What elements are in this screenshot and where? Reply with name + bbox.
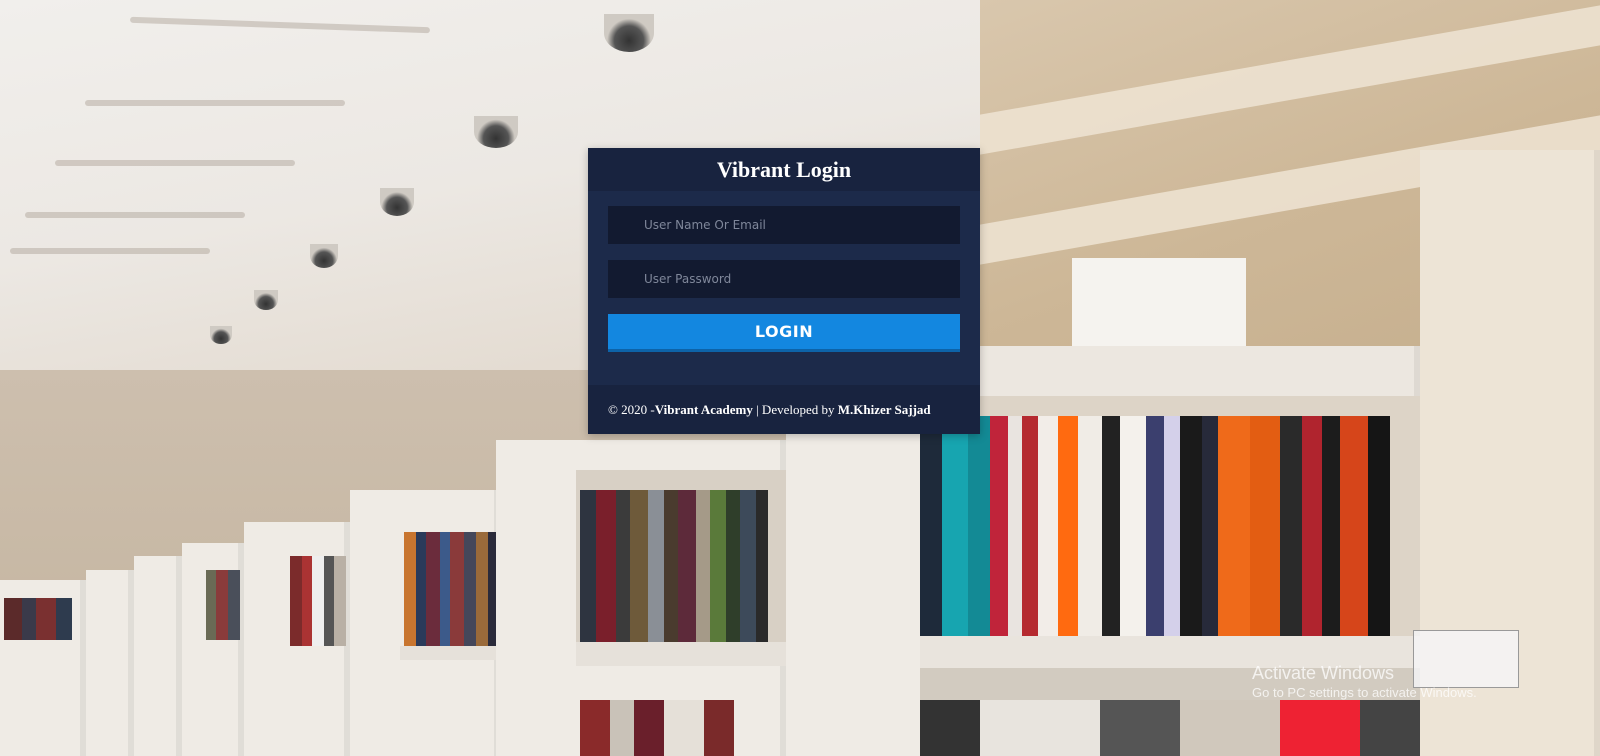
shelf-board (400, 646, 500, 660)
login-card: Vibrant Login LOGIN © 2020 - Vibrant Aca… (588, 148, 980, 434)
shelf-board (576, 642, 786, 666)
book-row (920, 700, 1420, 756)
security-camera (380, 188, 414, 216)
book-row (580, 700, 784, 756)
book-row (206, 570, 240, 640)
security-camera (210, 326, 232, 344)
login-title: Vibrant Login (716, 156, 852, 182)
ceiling-light-strip (55, 160, 295, 166)
footer-copyright: © 2020 - (608, 401, 655, 417)
login-footer: © 2020 - Vibrant Academy | Developed by … (588, 385, 980, 434)
ceiling-light-strip (85, 100, 345, 106)
login-header: Vibrant Login (588, 148, 980, 191)
book-row (404, 532, 498, 646)
watermark-subtitle: Go to PC settings to activate Windows. (1252, 684, 1477, 700)
ceiling-light-strip (25, 212, 245, 218)
login-button[interactable]: LOGIN (608, 314, 960, 352)
ceiling-light-strip (10, 248, 210, 254)
footer-academy: Vibrant Academy (654, 401, 753, 417)
shelf-top (920, 346, 1420, 396)
book-row (290, 556, 346, 646)
book-row (4, 598, 82, 640)
security-camera (310, 244, 338, 268)
password-input[interactable] (608, 260, 960, 298)
security-camera (604, 14, 654, 52)
shelf-unit (86, 570, 134, 756)
username-input[interactable] (608, 206, 960, 244)
windows-activation-watermark: Activate Windows Go to PC settings to ac… (1252, 662, 1477, 701)
book-row (920, 416, 1420, 636)
watermark-title: Activate Windows (1252, 663, 1395, 683)
footer-developed-by: | Developed by (752, 401, 838, 417)
footer-developer: M.Khizer Sajjad (837, 401, 931, 417)
shelf-unit (134, 556, 182, 756)
security-camera (254, 290, 278, 310)
shelf-unit (786, 430, 926, 756)
security-camera (474, 116, 518, 148)
book-row (580, 490, 784, 642)
